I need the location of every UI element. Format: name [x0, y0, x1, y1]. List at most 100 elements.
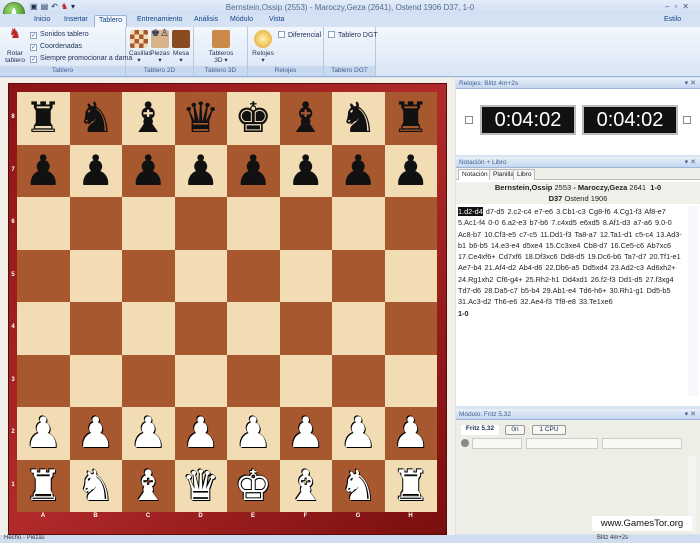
black-pawn[interactable]: ♟	[287, 149, 325, 192]
square-c7[interactable]: ♟	[122, 144, 175, 197]
square-d7[interactable]: ♟	[174, 144, 227, 197]
white-pawn[interactable]: ♟	[182, 412, 220, 454]
white-pawn[interactable]: ♟	[287, 412, 325, 454]
tab-libro[interactable]: Libro	[513, 169, 536, 180]
square-a4[interactable]	[17, 302, 70, 355]
black-pawn[interactable]: ♟	[77, 149, 115, 192]
square-b5[interactable]	[69, 249, 122, 302]
square-c1[interactable]: ♝	[122, 459, 175, 512]
close-icon[interactable]: ▾ ✕	[685, 79, 696, 87]
checkbox-sounds[interactable]: ✓ Sonidos tablero	[30, 31, 89, 39]
checkbox-dgt[interactable]: Tablero DGT	[328, 31, 378, 39]
black-pawn[interactable]: ♟	[392, 149, 430, 192]
black-bishop[interactable]: ♝	[129, 97, 167, 139]
tab-vista[interactable]: Vista	[265, 15, 288, 27]
black-pawn[interactable]: ♟	[339, 149, 377, 192]
square-e3[interactable]	[227, 354, 280, 407]
black-king[interactable]: ♚	[234, 97, 272, 139]
tab-tablero[interactable]: Tablero	[94, 15, 127, 27]
square-f1[interactable]: ♝	[279, 459, 332, 512]
tab-analisis[interactable]: Análisis	[190, 15, 222, 27]
tab-entrenamiento[interactable]: Entrenamiento	[133, 15, 187, 27]
white-pawn[interactable]: ♟	[234, 412, 272, 454]
close-icon[interactable]: ▾ ✕	[685, 410, 696, 418]
undo-icon[interactable]: ↶	[51, 2, 61, 11]
square-b6[interactable]	[69, 197, 122, 250]
square-h6[interactable]	[384, 197, 437, 250]
square-g1[interactable]: ♞	[332, 459, 385, 512]
square-d5[interactable]	[174, 249, 227, 302]
square-h2[interactable]: ♟	[384, 407, 437, 460]
chess-board[interactable]: ♜ ♞ ♝ ♛ ♚ ♝ ♞ ♜ ♟ ♟ ♟ ♟ ♟ ♟ ♟ ♟ ♟ ♟ ♟ ♟ ♟ ♟ ♟ ♟ ♜ ♞ ♝ ♛ ♚ ♝ ♞ ♜	[17, 92, 437, 512]
checkbox-promote-queen[interactable]: ✓ Siempre promocionar a dama	[30, 55, 132, 63]
style-menu[interactable]: Estilo	[660, 15, 685, 27]
square-e7[interactable]: ♟	[227, 144, 280, 197]
checkbox-diferencial[interactable]: Diferencial	[278, 31, 321, 39]
square-f7[interactable]: ♟	[279, 144, 332, 197]
square-c4[interactable]	[122, 302, 175, 355]
square-a2[interactable]: ♟	[17, 407, 70, 460]
black-queen[interactable]: ♛	[182, 97, 220, 139]
square-d4[interactable]	[174, 302, 227, 355]
square-a3[interactable]	[17, 354, 70, 407]
square-c8[interactable]: ♝	[122, 92, 175, 145]
black-pawn[interactable]: ♟	[24, 149, 62, 192]
white-bishop[interactable]: ♝	[287, 464, 325, 507]
white-rook[interactable]: ♜	[24, 464, 62, 507]
square-d6[interactable]	[174, 197, 227, 250]
white-pawn[interactable]: ♟	[392, 412, 430, 454]
square-c6[interactable]	[122, 197, 175, 250]
black-rook[interactable]: ♜	[24, 97, 62, 139]
white-king[interactable]: ♚	[234, 464, 272, 507]
square-f4[interactable]	[279, 302, 332, 355]
square-b3[interactable]	[69, 354, 122, 407]
square-b4[interactable]	[69, 302, 122, 355]
cpu-button[interactable]: 1 CPU	[532, 425, 566, 435]
save-icon[interactable]: ▣	[30, 2, 41, 11]
board-icon[interactable]: ♞	[61, 2, 71, 11]
move-list[interactable]: 1.d2-d4 d7-d5 2.c2-c4 e7-e6 3.Cb1-c3 Cg8…	[458, 206, 686, 319]
square-c3[interactable]	[122, 354, 175, 407]
white-pawn[interactable]: ♟	[129, 412, 167, 454]
window-controls[interactable]: –▫✕	[665, 2, 694, 11]
square-a5[interactable]	[17, 249, 70, 302]
tab-inicio[interactable]: Inicio	[30, 15, 54, 27]
tab-modulo[interactable]: Módulo	[226, 15, 257, 27]
square-f3[interactable]	[279, 354, 332, 407]
square-h5[interactable]	[384, 249, 437, 302]
square-a8[interactable]: ♜	[17, 92, 70, 145]
white-knight[interactable]: ♞	[339, 464, 377, 507]
square-f5[interactable]	[279, 249, 332, 302]
black-pawn[interactable]: ♟	[234, 149, 272, 192]
square-g2[interactable]: ♟	[332, 407, 385, 460]
tab-insertar[interactable]: Insertar	[60, 15, 92, 27]
square-b2[interactable]: ♟	[69, 407, 122, 460]
square-g8[interactable]: ♞	[332, 92, 385, 145]
checkbox-coordinates[interactable]: ✓ Coordenadas	[30, 43, 82, 51]
square-b1[interactable]: ♞	[69, 459, 122, 512]
square-h3[interactable]	[384, 354, 437, 407]
square-g6[interactable]	[332, 197, 385, 250]
black-pawn[interactable]: ♟	[129, 149, 167, 192]
square-e1[interactable]: ♚	[227, 459, 280, 512]
close-icon[interactable]: ▾ ✕	[685, 158, 696, 166]
white-pawn[interactable]: ♟	[24, 412, 62, 454]
square-f8[interactable]: ♝	[279, 92, 332, 145]
print-icon[interactable]: ▤	[41, 2, 52, 11]
square-e5[interactable]	[227, 249, 280, 302]
white-pawn[interactable]: ♟	[77, 412, 115, 454]
engine-on-button[interactable]: 0n	[505, 425, 525, 435]
square-c5[interactable]	[122, 249, 175, 302]
square-g7[interactable]: ♟	[332, 144, 385, 197]
square-a6[interactable]	[17, 197, 70, 250]
square-h8[interactable]: ♜	[384, 92, 437, 145]
current-move[interactable]: 1.d2-d4	[458, 207, 483, 216]
black-knight[interactable]: ♞	[339, 97, 377, 139]
square-c2[interactable]: ♟	[122, 407, 175, 460]
white-rook[interactable]: ♜	[392, 464, 430, 507]
square-e4[interactable]	[227, 302, 280, 355]
black-pawn[interactable]: ♟	[182, 149, 220, 192]
clock-checkbox[interactable]	[465, 116, 473, 124]
square-f2[interactable]: ♟	[279, 407, 332, 460]
black-bishop[interactable]: ♝	[287, 97, 325, 139]
